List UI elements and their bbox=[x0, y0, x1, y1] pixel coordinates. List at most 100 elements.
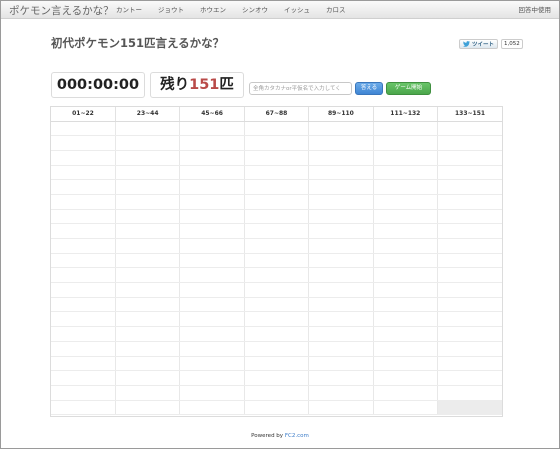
nav-item-hoenn[interactable]: ホウエン bbox=[192, 1, 234, 19]
footer: Powered by FC2.com bbox=[1, 433, 559, 439]
nav-item-sinnoh[interactable]: シンオウ bbox=[234, 1, 276, 19]
answer-cell bbox=[179, 223, 245, 239]
answer-cell bbox=[308, 326, 374, 342]
answer-cell bbox=[51, 297, 116, 313]
answer-cell bbox=[373, 238, 439, 254]
navbar: ポケモン言えるかな？ カントー ジョウト ホウエン シンオウ イッシュ カロス … bbox=[1, 1, 559, 19]
brand-title[interactable]: ポケモン言えるかな？ bbox=[9, 3, 114, 18]
start-game-button[interactable]: ゲーム開始 bbox=[386, 82, 431, 95]
answer-cell bbox=[308, 267, 374, 284]
answer-cell bbox=[179, 400, 245, 416]
answer-cell bbox=[308, 297, 374, 313]
answer-cell bbox=[179, 238, 245, 254]
table-row bbox=[51, 356, 502, 372]
answer-cell bbox=[244, 356, 310, 372]
answer-cell bbox=[115, 297, 181, 313]
answer-cell bbox=[51, 135, 116, 151]
answer-cell bbox=[244, 341, 310, 357]
timer-display: 000:00:00 bbox=[51, 72, 145, 98]
answer-cell bbox=[244, 165, 310, 181]
tweet-count: 1,052 bbox=[501, 38, 523, 49]
answer-cell bbox=[373, 326, 439, 342]
table-row bbox=[51, 165, 502, 181]
answer-cell bbox=[51, 267, 116, 284]
answer-cell bbox=[244, 238, 310, 254]
answer-cell bbox=[51, 223, 116, 239]
table-row bbox=[51, 121, 502, 137]
table-row bbox=[51, 326, 502, 342]
nav-item-kanto[interactable]: カントー bbox=[108, 1, 150, 19]
answer-cell bbox=[437, 282, 502, 298]
nav-item-kalos[interactable]: カロス bbox=[318, 1, 354, 19]
answer-cell bbox=[308, 121, 374, 137]
answer-cell bbox=[308, 356, 374, 372]
answer-cell bbox=[308, 179, 374, 195]
nav-right-label[interactable]: 回答中使用 bbox=[519, 1, 552, 19]
answer-button[interactable]: 答える bbox=[355, 82, 383, 95]
table-row bbox=[51, 370, 502, 386]
answer-cell bbox=[179, 297, 245, 313]
table-row bbox=[51, 194, 502, 210]
table-row bbox=[51, 238, 502, 254]
answer-cell bbox=[308, 165, 374, 181]
answer-cell bbox=[373, 135, 439, 151]
answer-cell bbox=[308, 253, 374, 269]
answer-cell bbox=[179, 165, 245, 181]
answer-cell bbox=[308, 341, 374, 357]
answer-cell bbox=[244, 385, 310, 401]
table-row bbox=[51, 341, 502, 357]
answer-cell bbox=[51, 370, 116, 386]
answer-cell bbox=[437, 165, 502, 181]
answer-cell bbox=[51, 282, 116, 298]
page-title: 初代ポケモン151匹言えるかな？ bbox=[51, 36, 225, 50]
answer-cell bbox=[115, 223, 181, 239]
answer-cell bbox=[308, 370, 374, 386]
answer-cell bbox=[51, 356, 116, 372]
answer-cell bbox=[179, 356, 245, 372]
table-row bbox=[51, 135, 502, 151]
column-header: 23~44 bbox=[115, 107, 181, 122]
answer-cell bbox=[437, 311, 502, 328]
answer-cell bbox=[308, 400, 374, 416]
answer-cell bbox=[373, 267, 439, 284]
nav-item-johto[interactable]: ジョウト bbox=[150, 1, 192, 19]
answer-cell bbox=[373, 370, 439, 386]
answer-cell bbox=[179, 121, 245, 137]
nav-item-unova[interactable]: イッシュ bbox=[276, 1, 318, 19]
answer-cell bbox=[244, 194, 310, 210]
table-row bbox=[51, 150, 502, 166]
answer-cell bbox=[51, 400, 116, 416]
answer-cell bbox=[437, 121, 502, 137]
answer-cell bbox=[179, 326, 245, 342]
answer-cell bbox=[179, 135, 245, 151]
table-row bbox=[51, 400, 502, 416]
remaining-count: 151 bbox=[189, 77, 220, 93]
answer-cell bbox=[308, 282, 374, 298]
column-header: 01~22 bbox=[51, 107, 116, 122]
unused-cell bbox=[437, 400, 502, 416]
answer-cell bbox=[115, 341, 181, 357]
table-row bbox=[51, 282, 502, 298]
answer-cell bbox=[437, 223, 502, 239]
answer-input[interactable] bbox=[249, 82, 352, 95]
answer-cell bbox=[51, 326, 116, 342]
answer-cell bbox=[437, 385, 502, 401]
tweet-widget: ツイート 1,052 bbox=[459, 38, 523, 49]
answer-cell bbox=[373, 179, 439, 195]
table-row bbox=[51, 223, 502, 239]
remaining-counter: 残り151匹 bbox=[150, 72, 244, 98]
answer-cell bbox=[373, 150, 439, 166]
tweet-button[interactable]: ツイート bbox=[459, 38, 499, 49]
answer-cell bbox=[437, 253, 502, 269]
footer-prefix: Powered by bbox=[251, 433, 285, 439]
answer-cell bbox=[437, 135, 502, 151]
answer-cell bbox=[308, 385, 374, 401]
answer-cell bbox=[51, 150, 116, 166]
footer-link[interactable]: FC2.com bbox=[285, 433, 309, 439]
answer-cell bbox=[51, 238, 116, 254]
answer-cell bbox=[244, 135, 310, 151]
answer-cell bbox=[373, 282, 439, 298]
answer-cell bbox=[244, 282, 310, 298]
answer-cell bbox=[308, 209, 374, 225]
answer-cell bbox=[244, 267, 310, 284]
